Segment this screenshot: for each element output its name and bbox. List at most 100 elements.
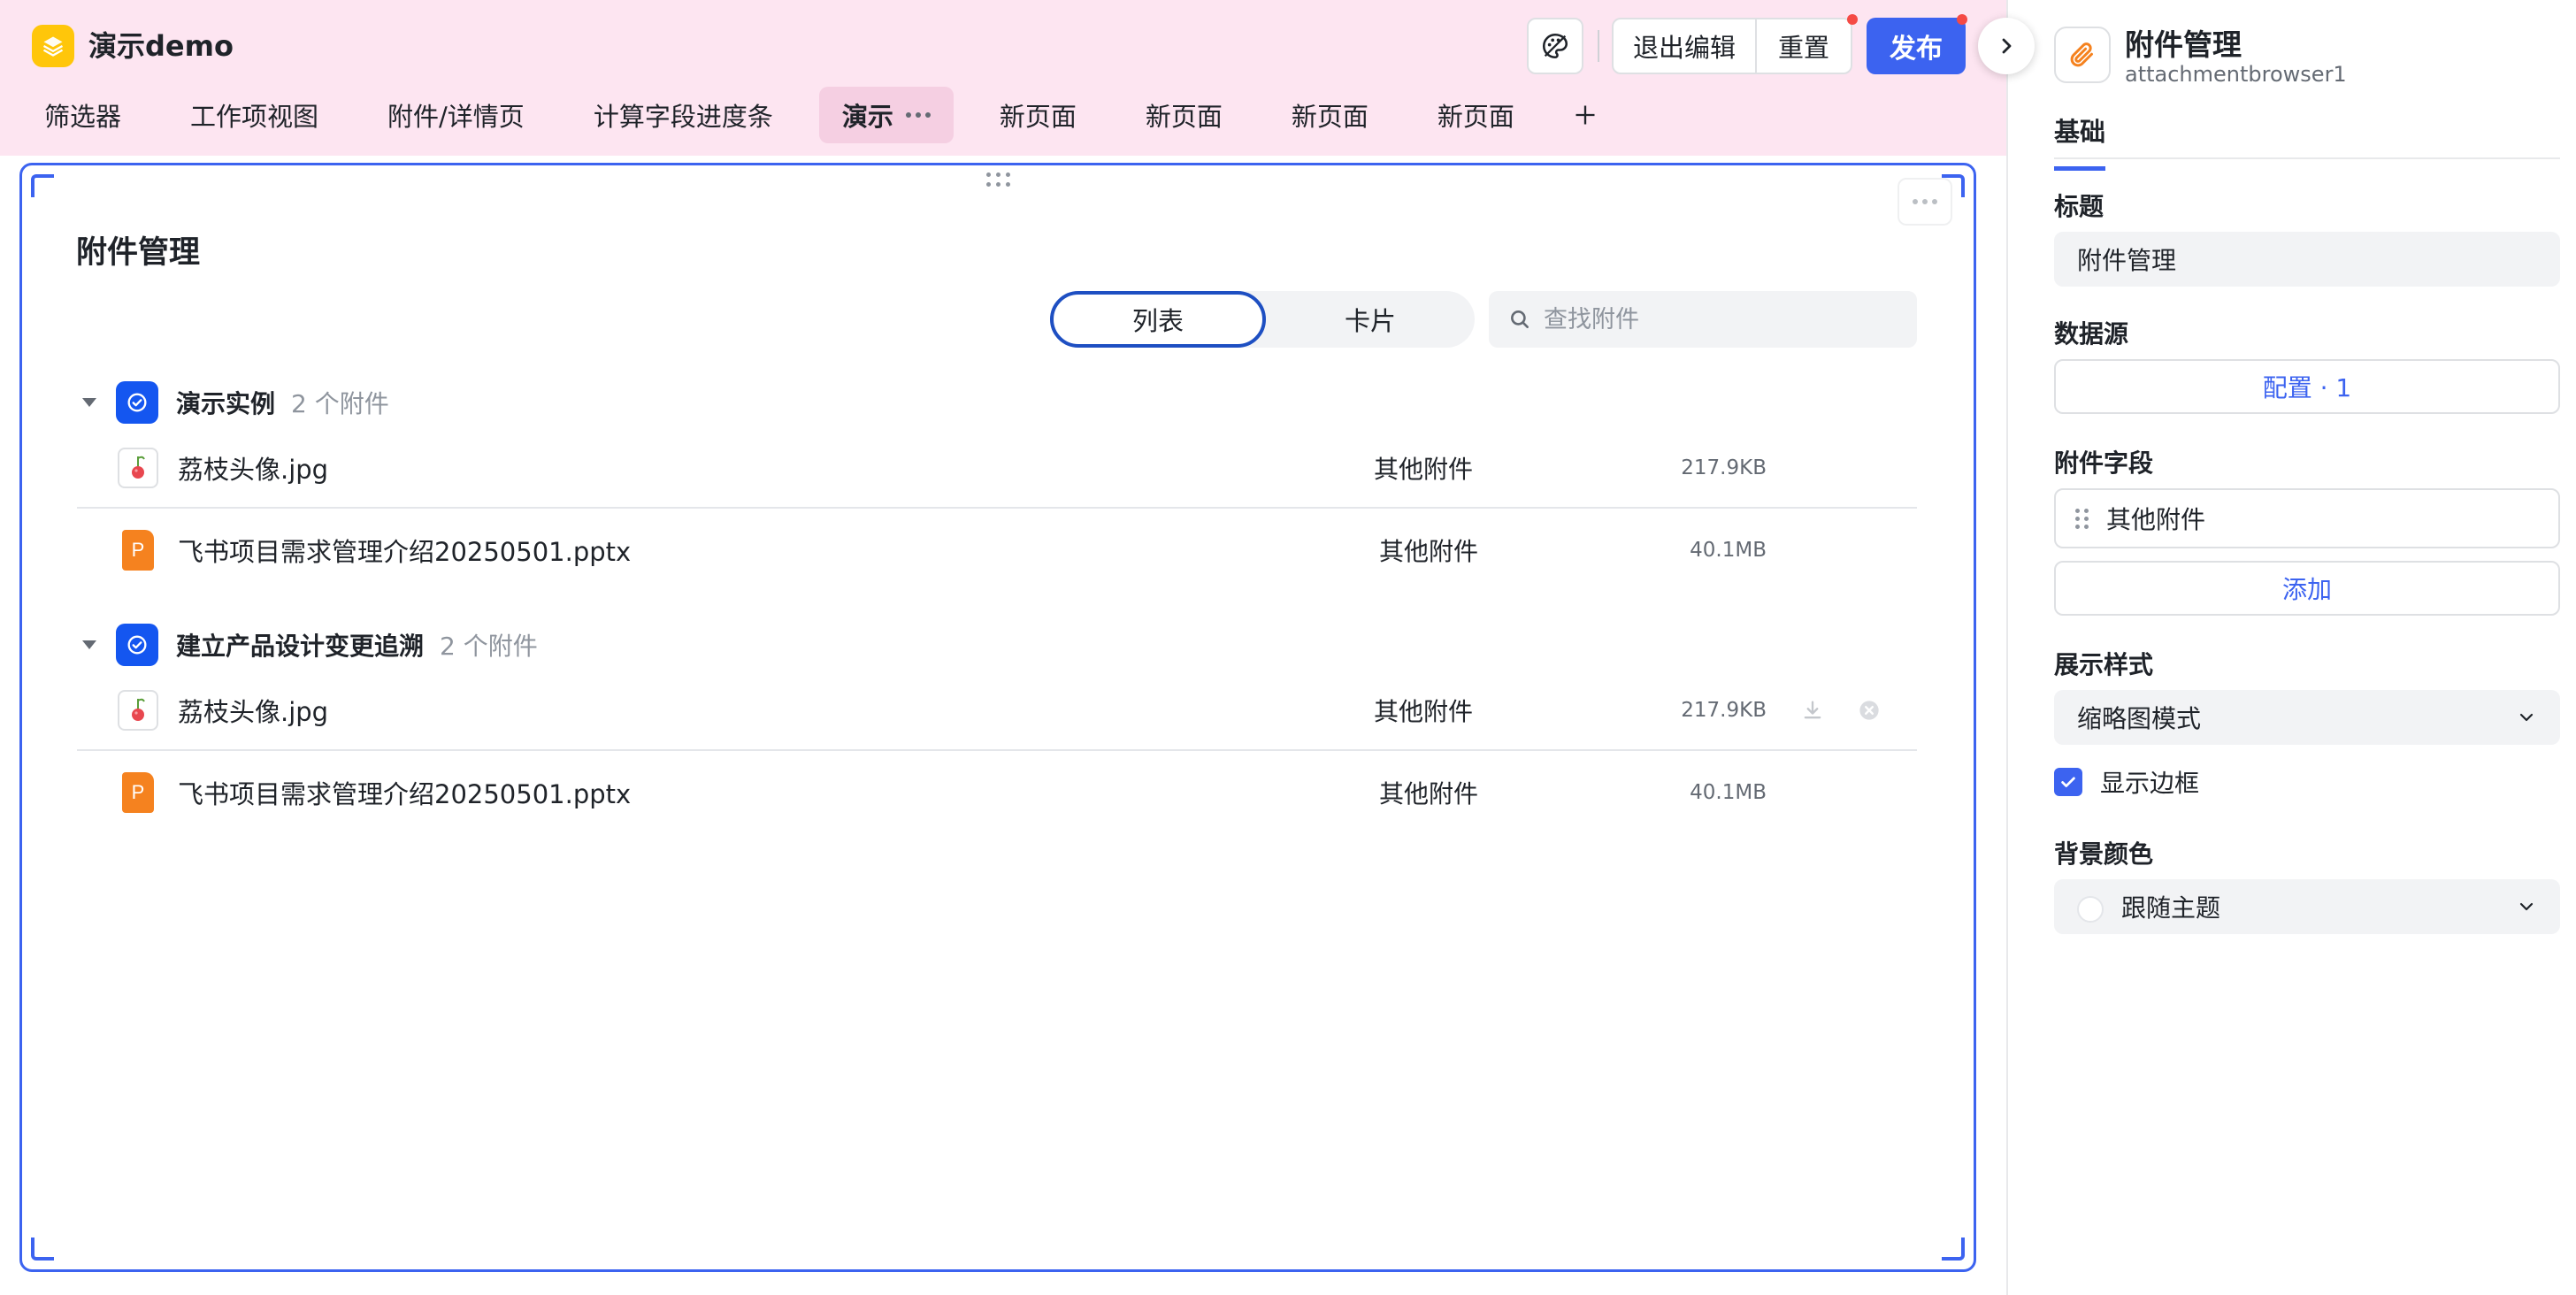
panel-tab-underline — [2054, 157, 2560, 159]
chevron-down-icon — [2519, 713, 2534, 722]
block-title: 附件管理 — [76, 235, 201, 271]
plus-icon — [1576, 105, 1595, 125]
background-color-select[interactable]: 跟随主题 — [2054, 879, 2560, 934]
drag-grip-icon[interactable] — [2075, 508, 2089, 529]
file-size: 217.9KB — [1681, 456, 1767, 479]
file-size: 40.1MB — [1690, 539, 1767, 562]
reset-badge-dot — [1847, 14, 1858, 25]
exit-edit-button[interactable]: 退出编辑 — [1614, 19, 1755, 73]
group-name: 建立产品设计变更追溯 — [176, 632, 425, 661]
file-field: 其他附件 — [1374, 697, 1474, 726]
file-size: 40.1MB — [1690, 781, 1767, 804]
attachment-field-name: 其他附件 — [2106, 505, 2206, 534]
display-style-value: 缩略图模式 — [2077, 704, 2202, 733]
resize-corner-bl[interactable] — [31, 1238, 54, 1261]
properties-panel: 附件管理 attachmentbrowser1 基础 标题 附件管理 数据源 配… — [2006, 0, 2576, 1295]
resize-corner-br[interactable] — [1942, 1238, 1965, 1261]
group-header[interactable]: 建立产品设计变更追溯 2 个附件 — [82, 622, 538, 668]
file-field: 其他附件 — [1379, 779, 1479, 808]
group-header[interactable]: 演示实例 2 个附件 — [82, 379, 389, 425]
caret-down-icon[interactable] — [82, 398, 96, 407]
show-border-toggle[interactable]: 显示边框 — [2054, 764, 2199, 800]
pptx-file-icon: P — [122, 772, 154, 813]
file-name[interactable]: 荔枝头像.jpg — [178, 449, 328, 487]
check-circle-icon — [116, 624, 158, 666]
pptx-file-icon: P — [122, 530, 154, 571]
check-circle-icon — [116, 381, 158, 424]
collapse-panel-button[interactable] — [1978, 18, 2035, 74]
toolbar-divider — [1598, 30, 1599, 62]
app-header: 演示demo 退出编辑 重置 发布 筛选器 工作项视图 附件/详情页 计算字段进… — [0, 0, 2006, 156]
file-name[interactable]: 荔枝头像.jpg — [178, 692, 328, 729]
page-tabs: 筛选器 工作项视图 附件/详情页 计算字段进度条 演示 新页面 新页面 新页面 … — [21, 87, 1610, 143]
block-more-button[interactable] — [1898, 178, 1952, 226]
app-title: 演示demo — [88, 29, 234, 63]
image-file-icon — [118, 690, 158, 731]
attachment-block[interactable]: 附件管理 列表 卡片 演示实例 2 个附件 荔枝头像.jpg 其他附 — [19, 163, 1976, 1272]
file-row[interactable]: P 飞书项目需求管理介绍20250501.pptx 其他附件 40.1MB — [77, 510, 1917, 590]
tab-filter[interactable]: 筛选器 — [21, 87, 144, 143]
reset-button[interactable]: 重置 — [1755, 19, 1851, 73]
search-input[interactable] — [1544, 305, 1898, 333]
image-file-icon — [118, 448, 158, 488]
attachment-field-item[interactable]: 其他附件 — [2054, 488, 2560, 548]
view-card-option[interactable]: 卡片 — [1266, 291, 1475, 348]
group-count: 2 个附件 — [440, 632, 538, 661]
tab-new-page-1[interactable]: 新页面 — [977, 87, 1100, 143]
resize-corner-tl[interactable] — [31, 174, 54, 197]
tab-basic[interactable]: 基础 — [2054, 111, 2106, 171]
add-field-button[interactable]: 添加 — [2054, 561, 2560, 616]
group-count: 2 个附件 — [291, 389, 389, 418]
search-icon — [1511, 310, 1529, 328]
panel-component-id: attachmentbrowser1 — [2125, 62, 2347, 87]
group-name: 演示实例 — [176, 389, 276, 418]
download-icon[interactable] — [1798, 696, 1827, 724]
delete-icon[interactable] — [1855, 696, 1883, 724]
tab-demo-label: 演示 — [841, 102, 893, 132]
background-color-label: 背景颜色 — [2054, 839, 2154, 869]
title-label: 标题 — [2054, 192, 2104, 221]
search-box — [1489, 291, 1917, 348]
panel-title: 附件管理 — [2125, 27, 2242, 62]
publish-badge-dot — [1957, 14, 1967, 25]
edit-button-group: 退出编辑 重置 — [1612, 18, 1852, 74]
datasource-label: 数据源 — [2054, 319, 2129, 349]
tab-new-page-2[interactable]: 新页面 — [1123, 87, 1246, 143]
file-name[interactable]: 飞书项目需求管理介绍20250501.pptx — [178, 532, 631, 569]
file-field: 其他附件 — [1374, 455, 1474, 484]
title-input[interactable]: 附件管理 — [2054, 232, 2560, 287]
chevron-down-icon — [2519, 902, 2534, 911]
tab-new-page-4[interactable]: 新页面 — [1414, 87, 1537, 143]
file-size: 217.9KB — [1681, 699, 1767, 722]
background-color-value: 跟随主题 — [2121, 893, 2221, 923]
chevron-right-icon — [2002, 38, 2012, 54]
caret-down-icon[interactable] — [82, 640, 96, 649]
publish-button[interactable]: 发布 — [1867, 18, 1966, 74]
theme-palette-button[interactable] — [1527, 18, 1583, 74]
tab-attachment-detail[interactable]: 附件/详情页 — [364, 87, 548, 143]
file-name[interactable]: 飞书项目需求管理介绍20250501.pptx — [178, 774, 631, 811]
app-logo-icon — [32, 25, 74, 67]
tab-work-item-view[interactable]: 工作项视图 — [167, 87, 341, 143]
file-row[interactable]: 荔枝头像.jpg 其他附件 217.9KB — [77, 671, 1917, 751]
tab-new-page-3[interactable]: 新页面 — [1269, 87, 1392, 143]
file-row[interactable]: 荔枝头像.jpg 其他附件 217.9KB — [77, 429, 1917, 509]
page-canvas: 附件管理 列表 卡片 演示实例 2 个附件 荔枝头像.jpg 其他附 — [0, 156, 2006, 1295]
show-border-label: 显示边框 — [2100, 769, 2200, 798]
view-toggle: 列表 卡片 — [1050, 291, 1475, 348]
display-style-select[interactable]: 缩略图模式 — [2054, 690, 2560, 745]
more-dots-icon[interactable] — [905, 112, 931, 118]
file-field: 其他附件 — [1379, 537, 1479, 566]
tab-computed-progress[interactable]: 计算字段进度条 — [571, 87, 796, 143]
attachment-field-label: 附件字段 — [2054, 448, 2154, 478]
palette-icon — [1542, 33, 1568, 59]
datasource-config-button[interactable]: 配置 · 1 — [2054, 359, 2560, 414]
display-style-label: 展示样式 — [2054, 650, 2154, 679]
file-row[interactable]: P 飞书项目需求管理介绍20250501.pptx 其他附件 40.1MB — [77, 753, 1917, 832]
drag-handle-icon[interactable] — [986, 172, 1011, 188]
checkbox-checked-icon[interactable] — [2054, 768, 2082, 796]
color-swatch — [2077, 896, 2104, 923]
add-tab-button[interactable] — [1560, 90, 1610, 140]
view-list-option[interactable]: 列表 — [1050, 291, 1266, 348]
tab-demo[interactable]: 演示 — [818, 87, 954, 143]
